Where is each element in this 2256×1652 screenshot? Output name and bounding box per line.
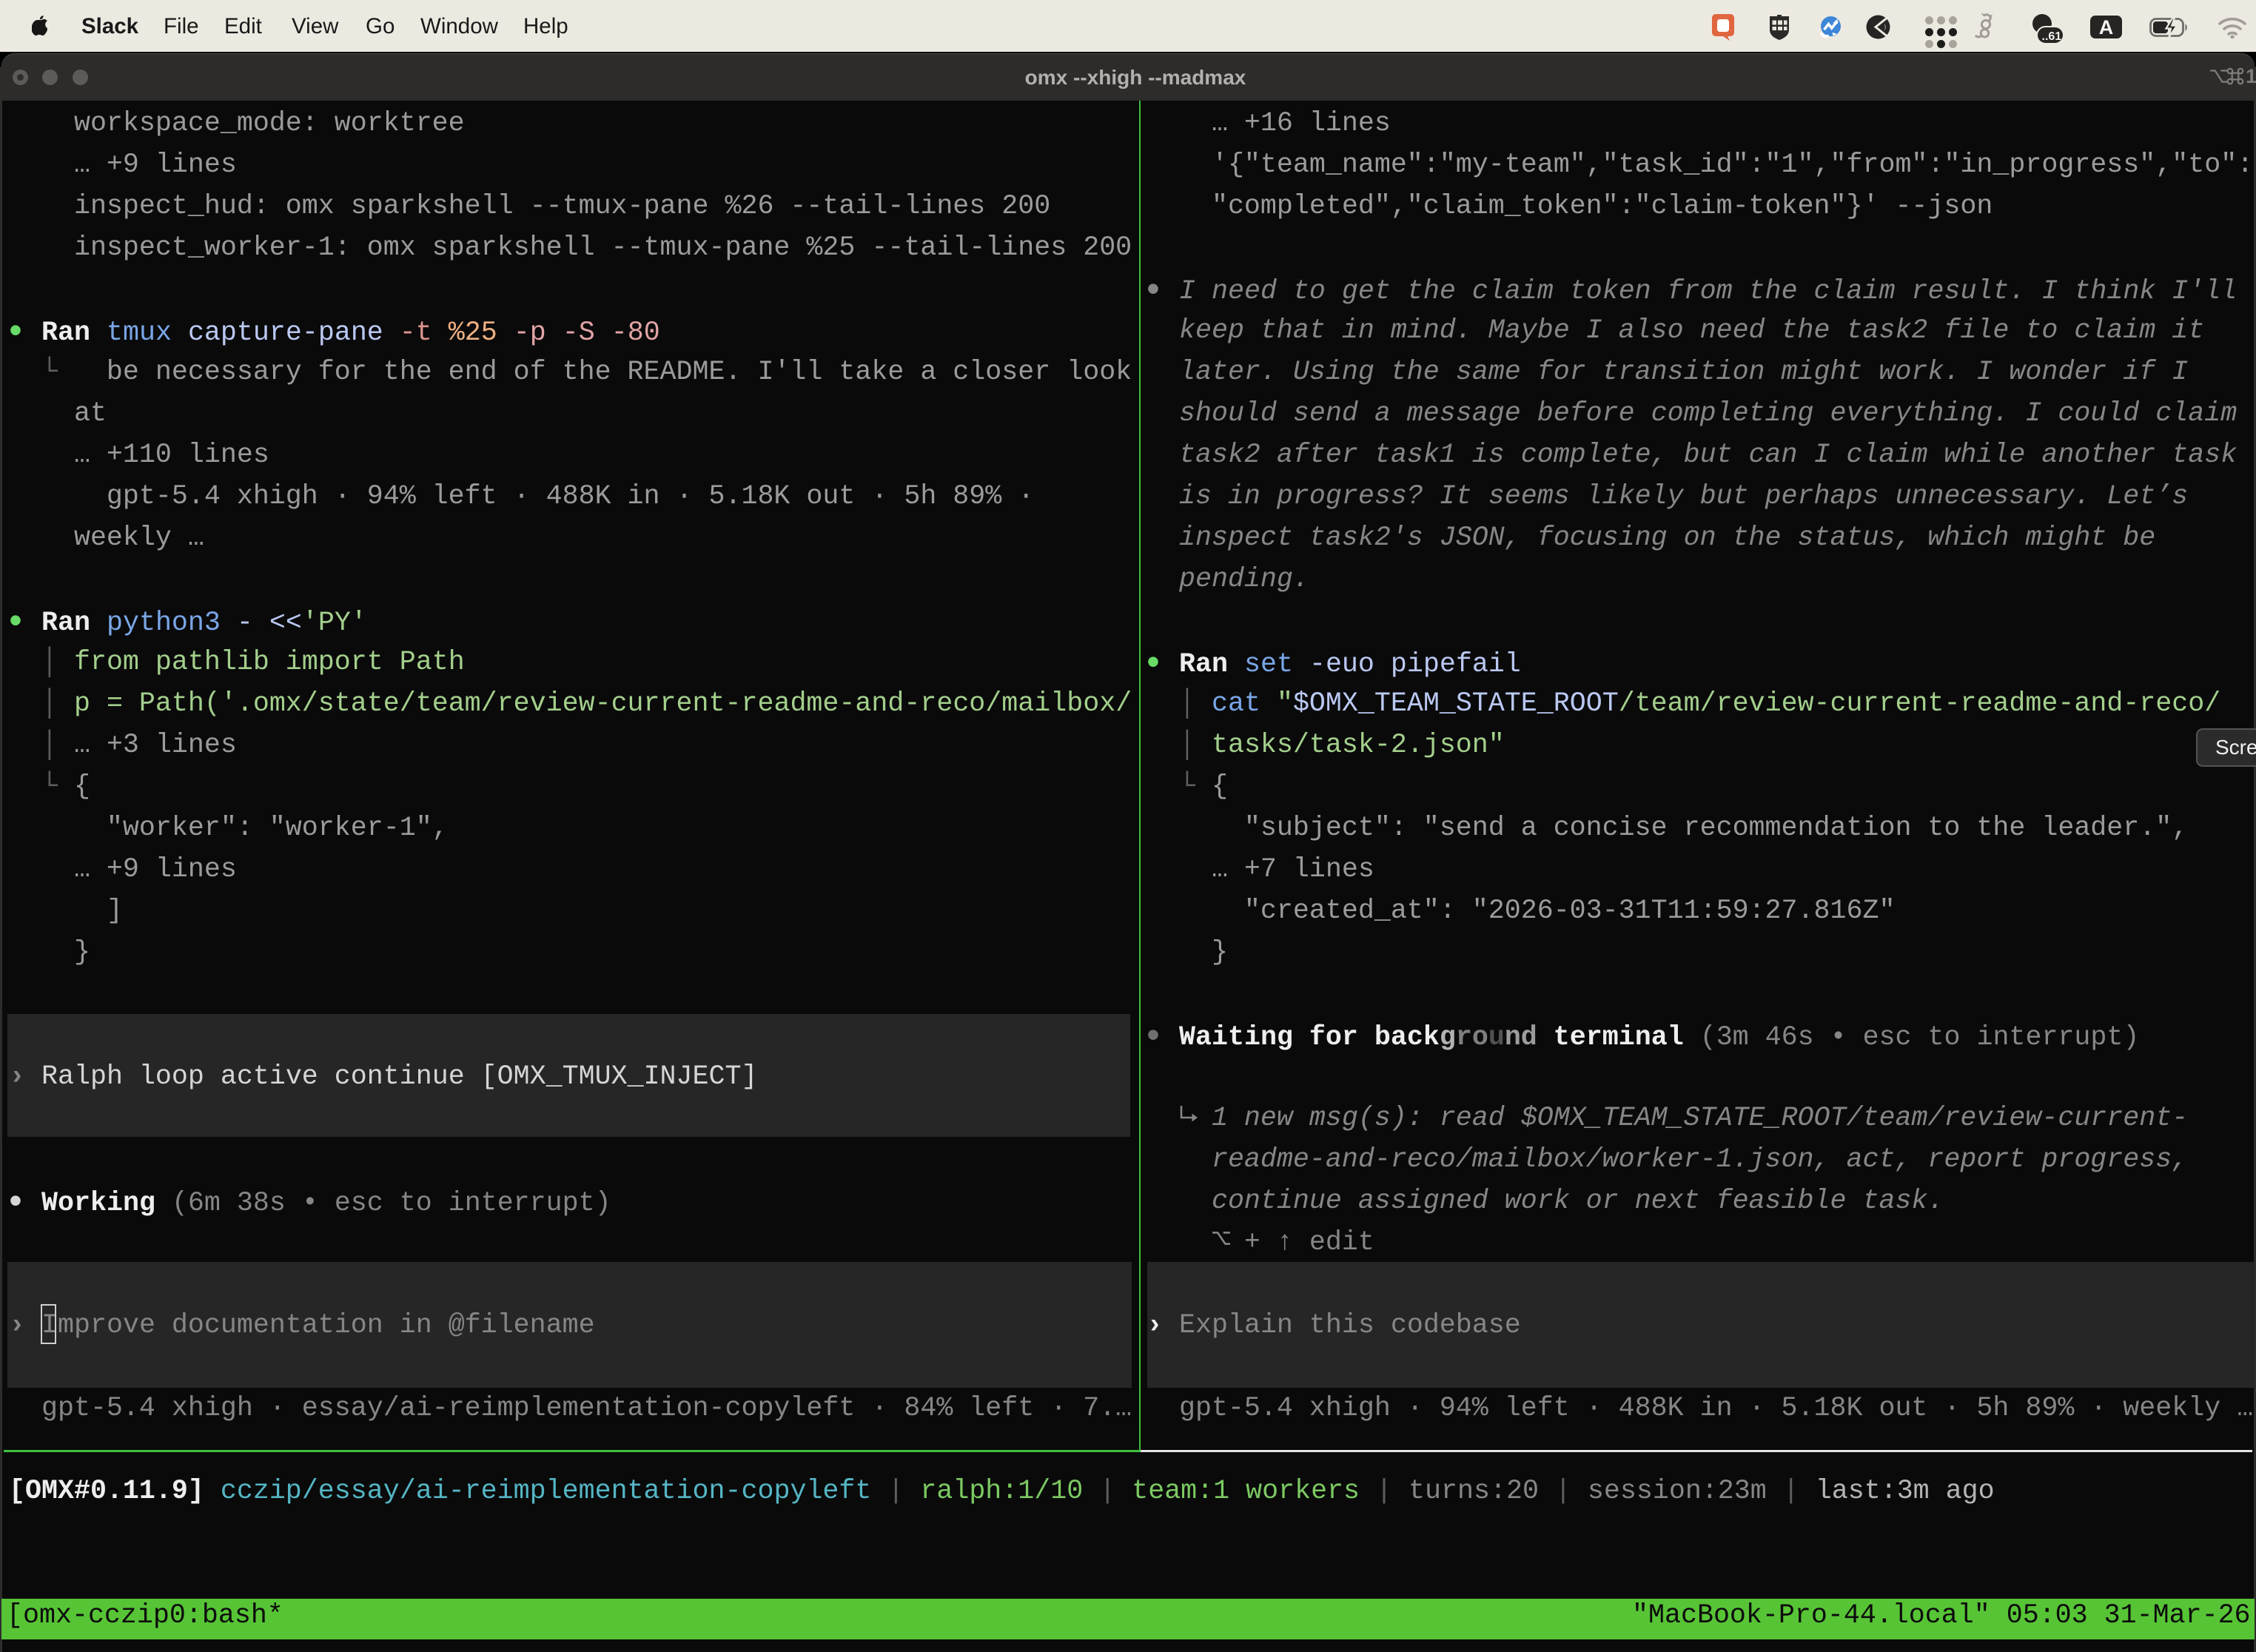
svg-text:..61: ..61 [2042, 30, 2062, 43]
